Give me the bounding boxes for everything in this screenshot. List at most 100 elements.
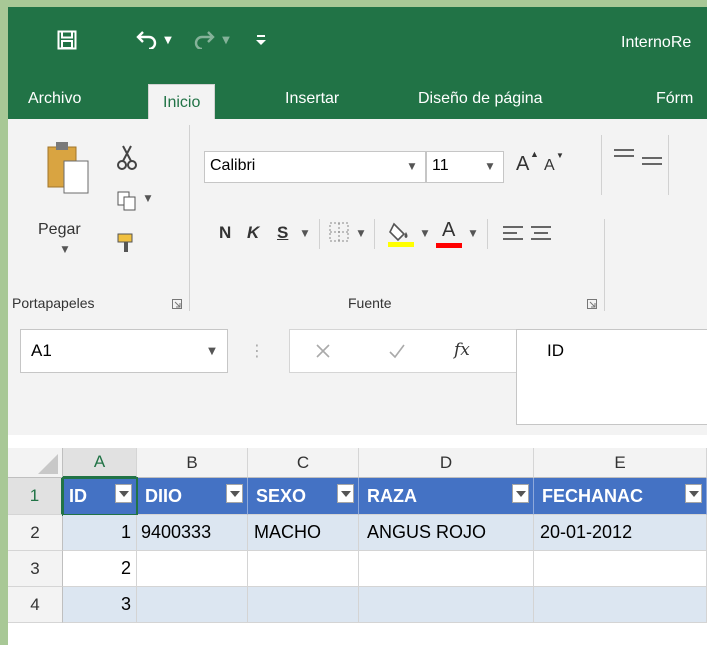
redo-dropdown-icon[interactable]: ▼ xyxy=(218,25,234,55)
font-name-value: Calibri xyxy=(210,157,256,174)
title-bar: ▼ ▼ InternoRe xyxy=(8,7,707,79)
insert-function-button[interactable]: fx xyxy=(454,340,470,360)
table-header-label: RAZA xyxy=(367,485,417,506)
table-cell[interactable] xyxy=(248,551,359,587)
tab-archivo[interactable]: Archivo xyxy=(28,90,81,108)
group-separator xyxy=(189,125,190,311)
column-header-d[interactable]: D xyxy=(359,448,534,478)
align-top-icon[interactable] xyxy=(613,145,635,165)
paste-icon[interactable] xyxy=(42,135,92,199)
name-box-value: A1 xyxy=(31,341,52,360)
filter-dropdown-icon[interactable] xyxy=(685,484,702,503)
row-header-3[interactable]: 3 xyxy=(8,551,63,587)
paste-dropdown-icon[interactable]: ▼ xyxy=(58,244,72,256)
table-cell[interactable] xyxy=(534,587,707,623)
table-header-cell[interactable]: RAZA xyxy=(359,478,534,515)
format-painter-icon[interactable] xyxy=(112,229,144,257)
tab-formulas[interactable]: Fórm xyxy=(656,90,693,108)
select-all-button[interactable] xyxy=(8,448,63,478)
tab-inicio[interactable]: Inicio xyxy=(148,84,216,120)
table-cell[interactable] xyxy=(359,587,534,623)
clipboard-launcher-icon[interactable] xyxy=(171,298,183,310)
column-header-c[interactable]: C xyxy=(248,448,359,478)
align-center-icon[interactable] xyxy=(530,223,552,243)
group-separator xyxy=(319,219,320,249)
filter-dropdown-icon[interactable] xyxy=(512,484,529,503)
font-color-button[interactable]: A xyxy=(442,219,455,242)
borders-icon[interactable] xyxy=(326,219,352,245)
font-launcher-icon[interactable] xyxy=(586,298,598,310)
worksheet-grid: A B C D E 1 2 3 4 ID DIIO SEXO RAZA FECH… xyxy=(8,435,707,645)
enter-icon[interactable] xyxy=(384,338,410,364)
filter-dropdown-icon[interactable] xyxy=(226,484,243,503)
undo-icon[interactable] xyxy=(132,25,160,55)
row-header-2[interactable]: 2 xyxy=(8,515,63,551)
font-name-dropdown-icon[interactable]: ▼ xyxy=(405,161,419,173)
copy-dropdown-icon[interactable]: ▼ xyxy=(142,193,154,205)
font-color-dropdown-icon[interactable]: ▼ xyxy=(466,227,480,241)
excel-window: ▼ ▼ InternoRe Archivo Inicio Insertar Di… xyxy=(8,7,707,645)
table-cell[interactable] xyxy=(137,587,248,623)
table-cell[interactable] xyxy=(248,587,359,623)
document-title: InternoRe xyxy=(621,34,692,51)
table-cell[interactable]: 2 xyxy=(63,551,137,587)
name-box-dropdown-icon[interactable]: ▼ xyxy=(205,344,219,358)
column-header-b[interactable]: B xyxy=(137,448,248,478)
table-cell[interactable]: 3 xyxy=(63,587,137,623)
copy-icon[interactable] xyxy=(112,189,142,213)
save-icon[interactable] xyxy=(52,25,82,55)
table-cell[interactable]: 9400333 xyxy=(137,515,248,551)
column-header-e[interactable]: E xyxy=(534,448,707,478)
italic-button[interactable]: K xyxy=(247,223,259,243)
fill-color-icon[interactable] xyxy=(386,219,416,249)
name-box[interactable]: A1 ▼ xyxy=(20,329,228,373)
table-cell[interactable]: ANGUS ROJO xyxy=(359,515,534,551)
customize-qat-icon[interactable] xyxy=(251,25,271,55)
table-cell[interactable]: MACHO xyxy=(248,515,359,551)
font-size-value: 11 xyxy=(432,157,449,174)
grow-font-icon: ▲ xyxy=(530,149,539,159)
cancel-icon[interactable] xyxy=(310,338,336,364)
table-cell[interactable] xyxy=(359,551,534,587)
tab-diseno-de-pagina[interactable]: Diseño de página xyxy=(418,90,543,108)
table-cell[interactable]: 20-01-2012 xyxy=(534,515,707,551)
bold-button[interactable]: N xyxy=(219,223,231,243)
align-left-icon[interactable] xyxy=(502,223,524,243)
align-middle-icon[interactable] xyxy=(641,153,663,173)
group-separator xyxy=(601,135,602,195)
group-separator xyxy=(604,219,605,311)
font-size-dropdown-icon[interactable]: ▼ xyxy=(483,161,497,173)
filter-dropdown-icon[interactable] xyxy=(337,484,354,503)
font-size-box[interactable]: 11 ▼ xyxy=(426,151,504,183)
active-cell-border xyxy=(62,477,138,516)
table-cell[interactable] xyxy=(137,551,248,587)
table-header-cell[interactable]: SEXO xyxy=(248,478,359,515)
formula-bar: A1 ▼ ⋮ fx ID xyxy=(8,311,707,435)
column-header-a[interactable]: A xyxy=(63,448,137,478)
tab-insertar[interactable]: Insertar xyxy=(285,90,339,108)
grow-font-button[interactable]: A xyxy=(516,153,529,176)
fill-color-dropdown-icon[interactable]: ▼ xyxy=(418,227,432,241)
underline-dropdown-icon[interactable]: ▼ xyxy=(298,227,312,241)
table-cell[interactable] xyxy=(534,551,707,587)
formula-input[interactable]: ID xyxy=(516,329,707,425)
paste-label[interactable]: Pegar xyxy=(38,221,81,239)
shrink-font-button[interactable]: A xyxy=(544,157,555,175)
row-header-1[interactable]: 1 xyxy=(8,478,63,515)
table-header-cell[interactable]: DIIO xyxy=(137,478,248,515)
cut-icon[interactable] xyxy=(112,143,142,173)
table-header-cell[interactable]: FECHANAC xyxy=(534,478,707,515)
table-cell[interactable]: 1 xyxy=(63,515,137,551)
group-separator xyxy=(668,135,669,195)
row-header-4[interactable]: 4 xyxy=(8,587,63,623)
formula-buttons: fx xyxy=(289,329,517,373)
group-separator xyxy=(487,219,488,249)
font-name-box[interactable]: Calibri ▼ xyxy=(204,151,426,183)
ribbon-tabs: Archivo Inicio Insertar Diseño de página… xyxy=(8,79,707,120)
redo-icon[interactable] xyxy=(191,25,219,55)
borders-dropdown-icon[interactable]: ▼ xyxy=(354,227,368,241)
underline-button[interactable]: S xyxy=(277,223,288,243)
undo-dropdown-icon[interactable]: ▼ xyxy=(160,25,176,55)
table-header-label: FECHANAC xyxy=(542,485,643,506)
table-header-label: DIIO xyxy=(145,485,183,506)
